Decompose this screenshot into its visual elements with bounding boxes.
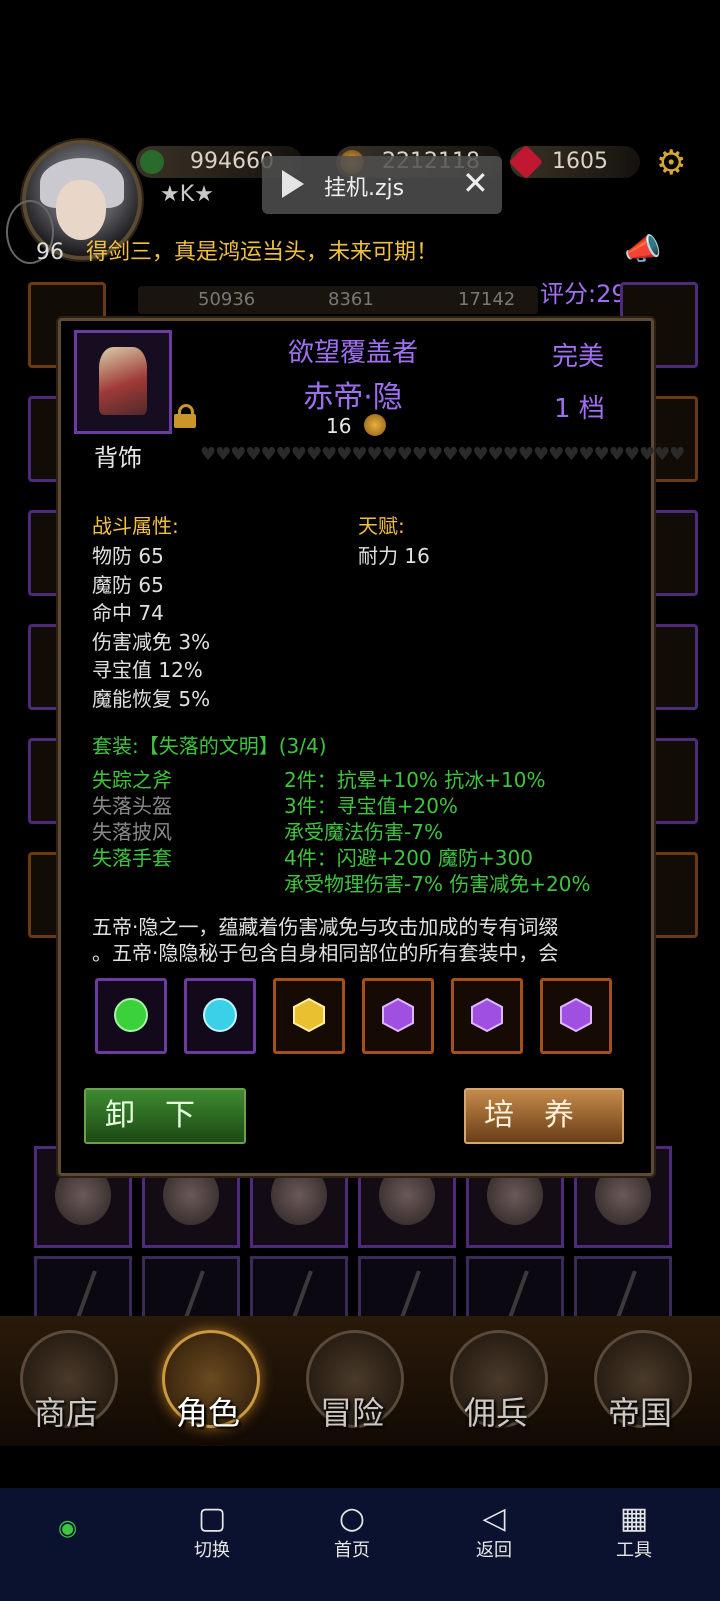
combat-attr: 寻宝值 12%	[92, 658, 203, 682]
yellow-gem-icon	[293, 997, 325, 1033]
item-prefix: 欲望覆盖者	[287, 338, 418, 368]
purple-gem-icon	[471, 997, 503, 1033]
play-icon[interactable]	[282, 170, 304, 198]
circle-icon: ○	[338, 1501, 366, 1536]
item-quality: 完美	[552, 342, 605, 372]
grid-icon: ▦	[619, 1501, 649, 1536]
coin-icon	[364, 414, 386, 436]
enhance-hearts: ♥♥♥♥♥♥♥♥♥♥♥♥♥♥♥♥♥♥♥♥♥♥♥♥♥♥♥♥♥♥♥♥	[200, 444, 685, 465]
close-icon[interactable]: ✕	[462, 164, 489, 202]
broadcast-message: 得剑三，真是鸿运当头，未来可期！	[86, 240, 439, 265]
description-line: 五帝·隐之一，蕴藏着伤害减免与攻击加成的专有词缀	[92, 915, 559, 939]
set-bonus: 4件：闪避+200 魔防+300	[284, 846, 533, 870]
combat-attr: 伤害减免 3%	[92, 630, 211, 654]
set-bonus: 2件：抗晕+10% 抗冰+10%	[284, 768, 546, 792]
nav-character[interactable]: 角色	[158, 1330, 260, 1440]
combat-attr: 魔防 65	[92, 573, 164, 597]
set-title: 套装:【失落的文明】(3/4)	[92, 734, 327, 758]
nav-adventure[interactable]: 冒险	[302, 1330, 404, 1440]
nav-shop[interactable]: 商店	[16, 1330, 118, 1440]
gem-socket[interactable]	[540, 978, 612, 1054]
sys-tools[interactable]: ▦ 工具	[594, 1502, 674, 1562]
lock-icon[interactable]	[174, 404, 196, 428]
hero-stars: ★K★	[160, 182, 214, 207]
overlay-filename: 挂机.zjs	[324, 176, 405, 201]
gear-icon[interactable]: ⚙	[656, 143, 686, 183]
sys-label: 工具	[616, 1540, 652, 1561]
hero-level: 96	[36, 240, 64, 265]
nav-label: 商店	[33, 1394, 98, 1432]
sys-home[interactable]: ○ 首页	[312, 1502, 392, 1562]
nav-label: 帝国	[607, 1394, 672, 1432]
combat-attr: 命中 74	[92, 601, 164, 625]
stat-value: 8361	[328, 289, 374, 310]
purple-gem-icon	[560, 997, 592, 1033]
horn-icon[interactable]: 📣	[624, 232, 661, 267]
purple-gem-icon	[382, 997, 414, 1033]
set-piece: 失落手套	[92, 846, 172, 870]
sys-label: 切换	[194, 1540, 230, 1561]
green-arrow-icon	[140, 150, 164, 174]
cyan-gem-icon	[203, 998, 237, 1032]
talent-title: 天赋:	[358, 514, 405, 538]
gem-socket[interactable]	[95, 978, 167, 1054]
nav-empire[interactable]: 帝国	[590, 1330, 692, 1440]
item-description: 五帝·隐之一，蕴藏着伤害减免与攻击加成的专有词缀 。五帝·隐隐秘于包含自身相同部…	[92, 914, 612, 966]
square-icon: ▢	[197, 1501, 227, 1536]
sys-label: 返回	[476, 1540, 512, 1561]
nav-label: 冒险	[319, 1394, 384, 1432]
stat-value: 50936	[198, 289, 256, 310]
set-piece: 失落头盔	[92, 794, 172, 818]
combat-attr: 魔能恢复 5%	[92, 687, 211, 711]
wifi-icon: ◉	[58, 1516, 78, 1541]
set-bonus: 3件：寻宝值+20%	[284, 794, 458, 818]
set-bonus: 承受魔法伤害-7%	[284, 820, 443, 844]
item-name: 赤帝·隐	[303, 380, 403, 415]
talent-attr: 耐力 16	[358, 544, 430, 568]
item-level: 16	[326, 414, 352, 438]
triangle-back-icon: ◁	[482, 1501, 506, 1536]
unequip-button[interactable]: 卸下	[84, 1088, 246, 1144]
combat-title: 战斗属性:	[92, 514, 179, 538]
sys-label: 首页	[334, 1540, 370, 1561]
combat-attr: 物防 65	[92, 544, 164, 568]
gem-socket[interactable]	[451, 978, 523, 1054]
nav-label: 佣兵	[463, 1394, 528, 1432]
resource-gem: 1605	[509, 145, 640, 179]
set-piece: 失踪之斧	[92, 768, 172, 792]
sys-switch[interactable]: ▢ 切换	[172, 1502, 252, 1562]
set-bonus: 承受物理伤害-7% 伤害减免+20%	[284, 872, 591, 896]
cape-icon	[99, 347, 147, 415]
nav-label: 角色	[175, 1394, 240, 1432]
portrait-face	[56, 180, 106, 240]
red-gem-icon	[509, 145, 543, 179]
resource-value: 1605	[552, 149, 608, 174]
stat-value: 17142	[458, 289, 516, 310]
gem-socket[interactable]	[362, 978, 434, 1054]
item-grade: 1 档	[554, 394, 605, 424]
item-icon-slot	[74, 330, 172, 434]
set-piece: 失落披风	[92, 820, 172, 844]
gem-socket[interactable]	[273, 978, 345, 1054]
gem-socket[interactable]	[184, 978, 256, 1054]
recording-overlay[interactable]: 挂机.zjs ✕	[262, 156, 502, 214]
train-button[interactable]: 培养	[464, 1088, 624, 1144]
description-line: 。五帝·隐隐秘于包含自身相同部位的所有套装中，会	[92, 941, 559, 965]
nav-mercenary[interactable]: 佣兵	[446, 1330, 548, 1440]
green-gem-icon	[114, 998, 148, 1032]
sys-back[interactable]: ◁ 返回	[454, 1502, 534, 1562]
item-slot-type: 背饰	[94, 444, 142, 472]
hero-stat-bar: 50936 8361 17142	[138, 286, 538, 314]
